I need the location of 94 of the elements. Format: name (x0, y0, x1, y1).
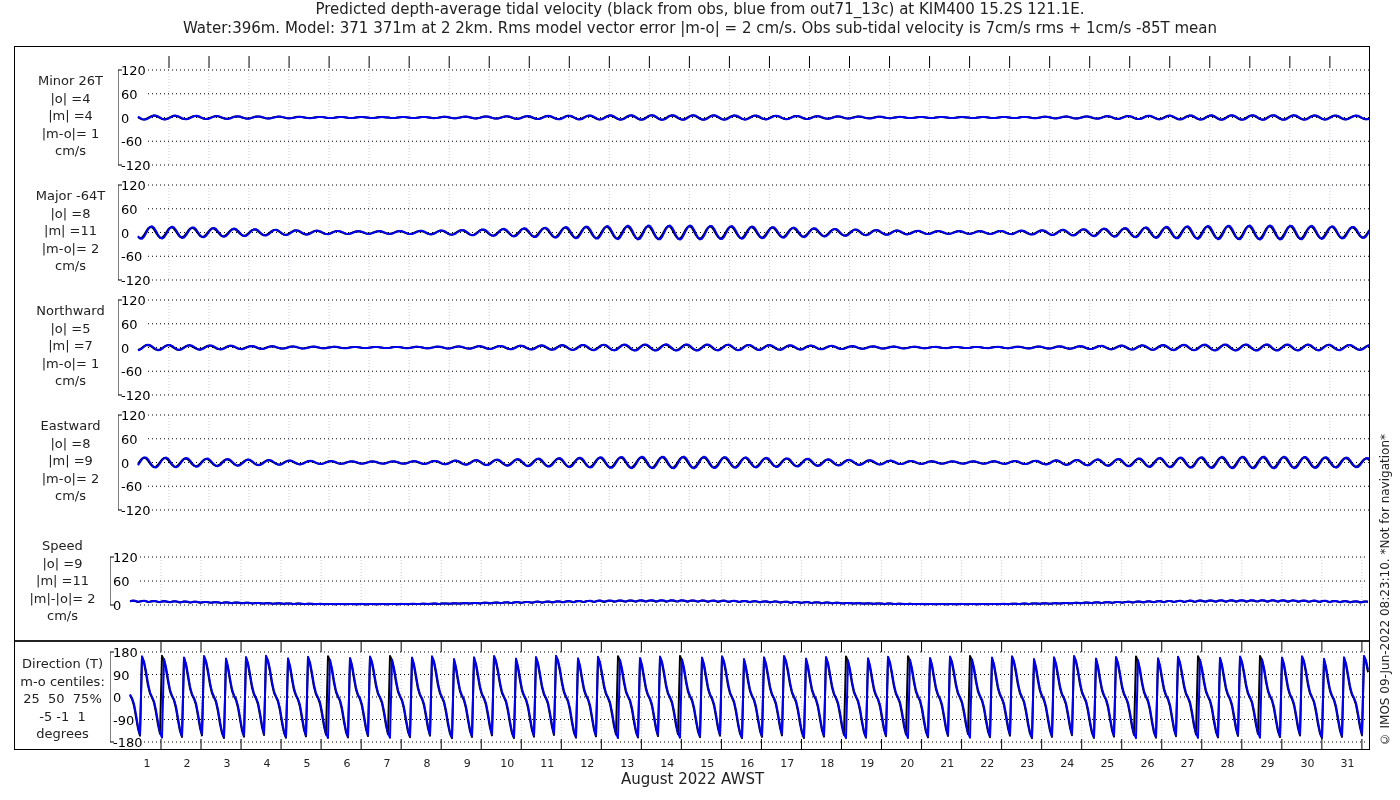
panel-label: m-o centiles: (20, 672, 105, 690)
x-tick-label: 24 (1059, 757, 1076, 770)
panel-label: cm/s (55, 372, 86, 390)
y-tick-label: -120 (121, 273, 151, 286)
panel-label: cm/s (55, 257, 86, 275)
panel-label: |m| =4 (48, 107, 93, 125)
x-tick-label: 15 (699, 757, 716, 770)
y-tick-label: -60 (121, 249, 143, 265)
panel-label: |m| =11 (36, 572, 89, 590)
panel-label: |o| =4 (50, 89, 91, 107)
panel-label: |o| =5 (50, 319, 91, 337)
x-tick-label: 30 (1299, 757, 1316, 770)
y-tick-label: 0 (121, 455, 130, 471)
panel-label: Eastward (40, 417, 101, 435)
x-tick-label: 10 (499, 757, 516, 770)
panel-label: 25 50 75% (23, 690, 102, 708)
y-tick-label: 60 (121, 431, 138, 447)
panel-label: |m| =9 (48, 452, 93, 470)
x-tick-label: 1 (142, 757, 152, 770)
y-axis-line (110, 556, 115, 606)
panel-label: |m|-|o|= 2 (29, 589, 96, 607)
x-tick-label: 27 (1179, 757, 1196, 770)
x-tick-label: 12 (579, 757, 596, 770)
y-tick-label: -60 (121, 364, 143, 380)
x-tick-label: 19 (859, 757, 876, 770)
y-tick-label: 0 (113, 598, 122, 613)
panel-label: |m-o|= 1 (41, 354, 100, 372)
chart-title: Predicted depth-average tidal velocity (black from obs, blue from out71_13c) at KIM400 15.2S 121.1E. (315, 0, 1085, 19)
panel-label: |o| =8 (50, 204, 91, 222)
y-tick-label: 120 (121, 178, 146, 193)
y-tick-label: 60 (113, 574, 130, 589)
y-tick-label: -90 (113, 712, 135, 728)
y-tick-label: -180 (113, 735, 143, 749)
x-tick-label: 2 (182, 757, 192, 770)
y-tick-label: 60 (121, 201, 138, 217)
x-tick-label: 8 (422, 757, 432, 770)
x-tick-label: 23 (1019, 757, 1036, 770)
x-axis-label: August 2022 AWST (620, 770, 765, 788)
y-tick-label: 90 (113, 667, 130, 683)
y-tick-label: 60 (121, 316, 138, 332)
x-tick-label: 13 (619, 757, 636, 770)
y-tick-label: 0 (121, 340, 130, 356)
x-tick-label: 25 (1099, 757, 1116, 770)
x-tick-label: 20 (899, 757, 916, 770)
x-tick-label: 6 (342, 757, 352, 770)
panel-label: -5 -1 1 (39, 707, 86, 725)
y-tick-label: -60 (121, 479, 143, 495)
y-tick-label: 120 (121, 408, 146, 423)
panel-label: |o| =9 (42, 554, 83, 572)
y-tick-label: 180 (113, 645, 138, 660)
x-tick-label: 28 (1219, 757, 1236, 770)
panel-label: cm/s (55, 142, 86, 160)
panel-label: |o| =8 (50, 434, 91, 452)
x-tick-label: 31 (1339, 757, 1356, 770)
x-tick-label: 4 (262, 757, 272, 770)
y-tick-label: 0 (121, 110, 130, 126)
panel-label: |m-o|= 1 (41, 124, 100, 142)
y-tick-label: 120 (121, 63, 146, 78)
y-tick-label: 0 (121, 225, 130, 241)
panel-label: Major -64T (35, 187, 106, 205)
chart-title: Water:396m. Model: 371 371m at 2 2km. Rms model vector error |m-o| = 2 cm/s. Obs sub-tidal velocity is 7cm/s rms + 1cm/s -85T mean (183, 19, 1217, 38)
panel-label: cm/s (55, 487, 86, 505)
copyright-note: © IMOS 09-Jun-2022 08:23:10. *Not for navigation* (1378, 433, 1392, 748)
y-tick-label: -60 (121, 134, 143, 150)
panel-label: |m| =11 (44, 222, 97, 240)
panel-label: degrees (36, 725, 89, 743)
y-tick-label: -120 (121, 503, 151, 516)
x-tick-label: 26 (1139, 757, 1156, 770)
y-tick-label: 120 (113, 550, 138, 565)
x-tick-label: 9 (462, 757, 472, 770)
x-tick-label: 18 (819, 757, 836, 770)
panel-label: Direction (T) (22, 655, 103, 673)
panel-label: Northward (36, 302, 105, 320)
panel-label: Speed (42, 537, 83, 555)
x-tick-label: 16 (739, 757, 756, 770)
panel-label: |m-o|= 2 (41, 239, 100, 257)
x-tick-label: 22 (979, 757, 996, 770)
y-tick-label: 0 (113, 690, 122, 705)
x-tick-label: 3 (222, 757, 232, 770)
y-tick-label: 120 (121, 293, 146, 308)
panel-label: cm/s (47, 607, 78, 625)
x-tick-label: 14 (659, 757, 676, 770)
x-tick-label: 17 (779, 757, 796, 770)
x-tick-label: 29 (1259, 757, 1276, 770)
y-tick-label: 60 (121, 86, 138, 102)
y-tick-label: -120 (121, 388, 151, 401)
x-tick-label: 7 (382, 757, 392, 770)
x-tick-label: 11 (539, 757, 556, 770)
x-tick-label: 21 (939, 757, 956, 770)
x-tick-label: 5 (302, 757, 312, 770)
panel-label: Minor 26T (38, 72, 103, 90)
y-tick-label: -120 (121, 158, 151, 171)
panel-label: |m-o|= 2 (41, 469, 100, 487)
panel-label: |m| =7 (48, 337, 93, 355)
